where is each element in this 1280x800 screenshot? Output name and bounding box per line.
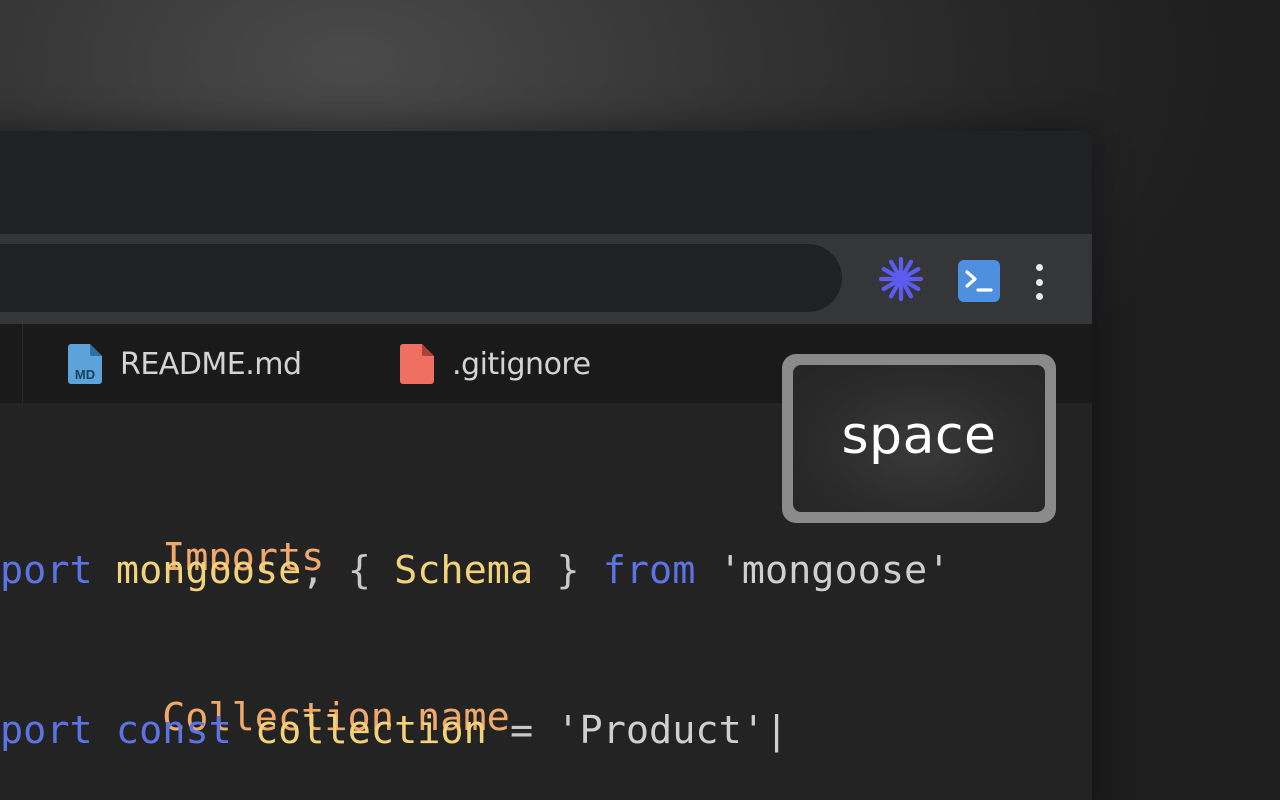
vertical-dots-menu-icon[interactable]	[1028, 264, 1050, 300]
code-keyword: const	[115, 708, 232, 753]
keypress-overlay: space	[782, 354, 1056, 523]
terminal-extension-icon[interactable]	[958, 260, 1000, 302]
code-keyword: port	[0, 548, 93, 593]
code-identifier: Schema	[394, 548, 534, 593]
code-punctuation: }	[533, 548, 603, 593]
address-bar[interactable]	[0, 244, 842, 312]
code-line-export-collection: port const collection = 'Product'|	[0, 711, 788, 751]
code-line-import-mongoose: port mongoose, { Schema } from 'mongoose…	[0, 551, 950, 591]
code-keyword: port	[0, 708, 93, 753]
text-cursor: |	[764, 708, 789, 753]
code-identifier: collection	[255, 708, 487, 753]
keycap: space	[793, 365, 1045, 512]
generic-file-icon	[400, 344, 434, 384]
sunburst-extension-icon[interactable]	[878, 256, 924, 302]
tab-divider	[22, 324, 23, 403]
menu-dot	[1035, 264, 1043, 271]
code-punctuation: =	[486, 708, 557, 753]
keypress-label: space	[841, 405, 997, 466]
menu-dot	[1035, 278, 1043, 286]
tab-readme[interactable]: MD README.md	[68, 342, 302, 386]
code-identifier: mongoose	[115, 548, 302, 593]
code-punctuation: , {	[301, 548, 395, 593]
code-string: 'mongoose'	[695, 548, 951, 593]
svg-text:MD: MD	[75, 367, 95, 382]
code-string: 'Product'	[556, 708, 765, 753]
markdown-file-icon: MD	[68, 344, 102, 384]
title-bar	[0, 131, 1092, 234]
browser-toolbar	[0, 234, 1092, 324]
tab-label: README.md	[120, 346, 302, 382]
tab-label: .gitignore	[452, 346, 591, 382]
code-keyword: from	[602, 548, 696, 593]
tab-gitignore[interactable]: .gitignore	[400, 342, 591, 386]
menu-dot	[1035, 293, 1043, 300]
